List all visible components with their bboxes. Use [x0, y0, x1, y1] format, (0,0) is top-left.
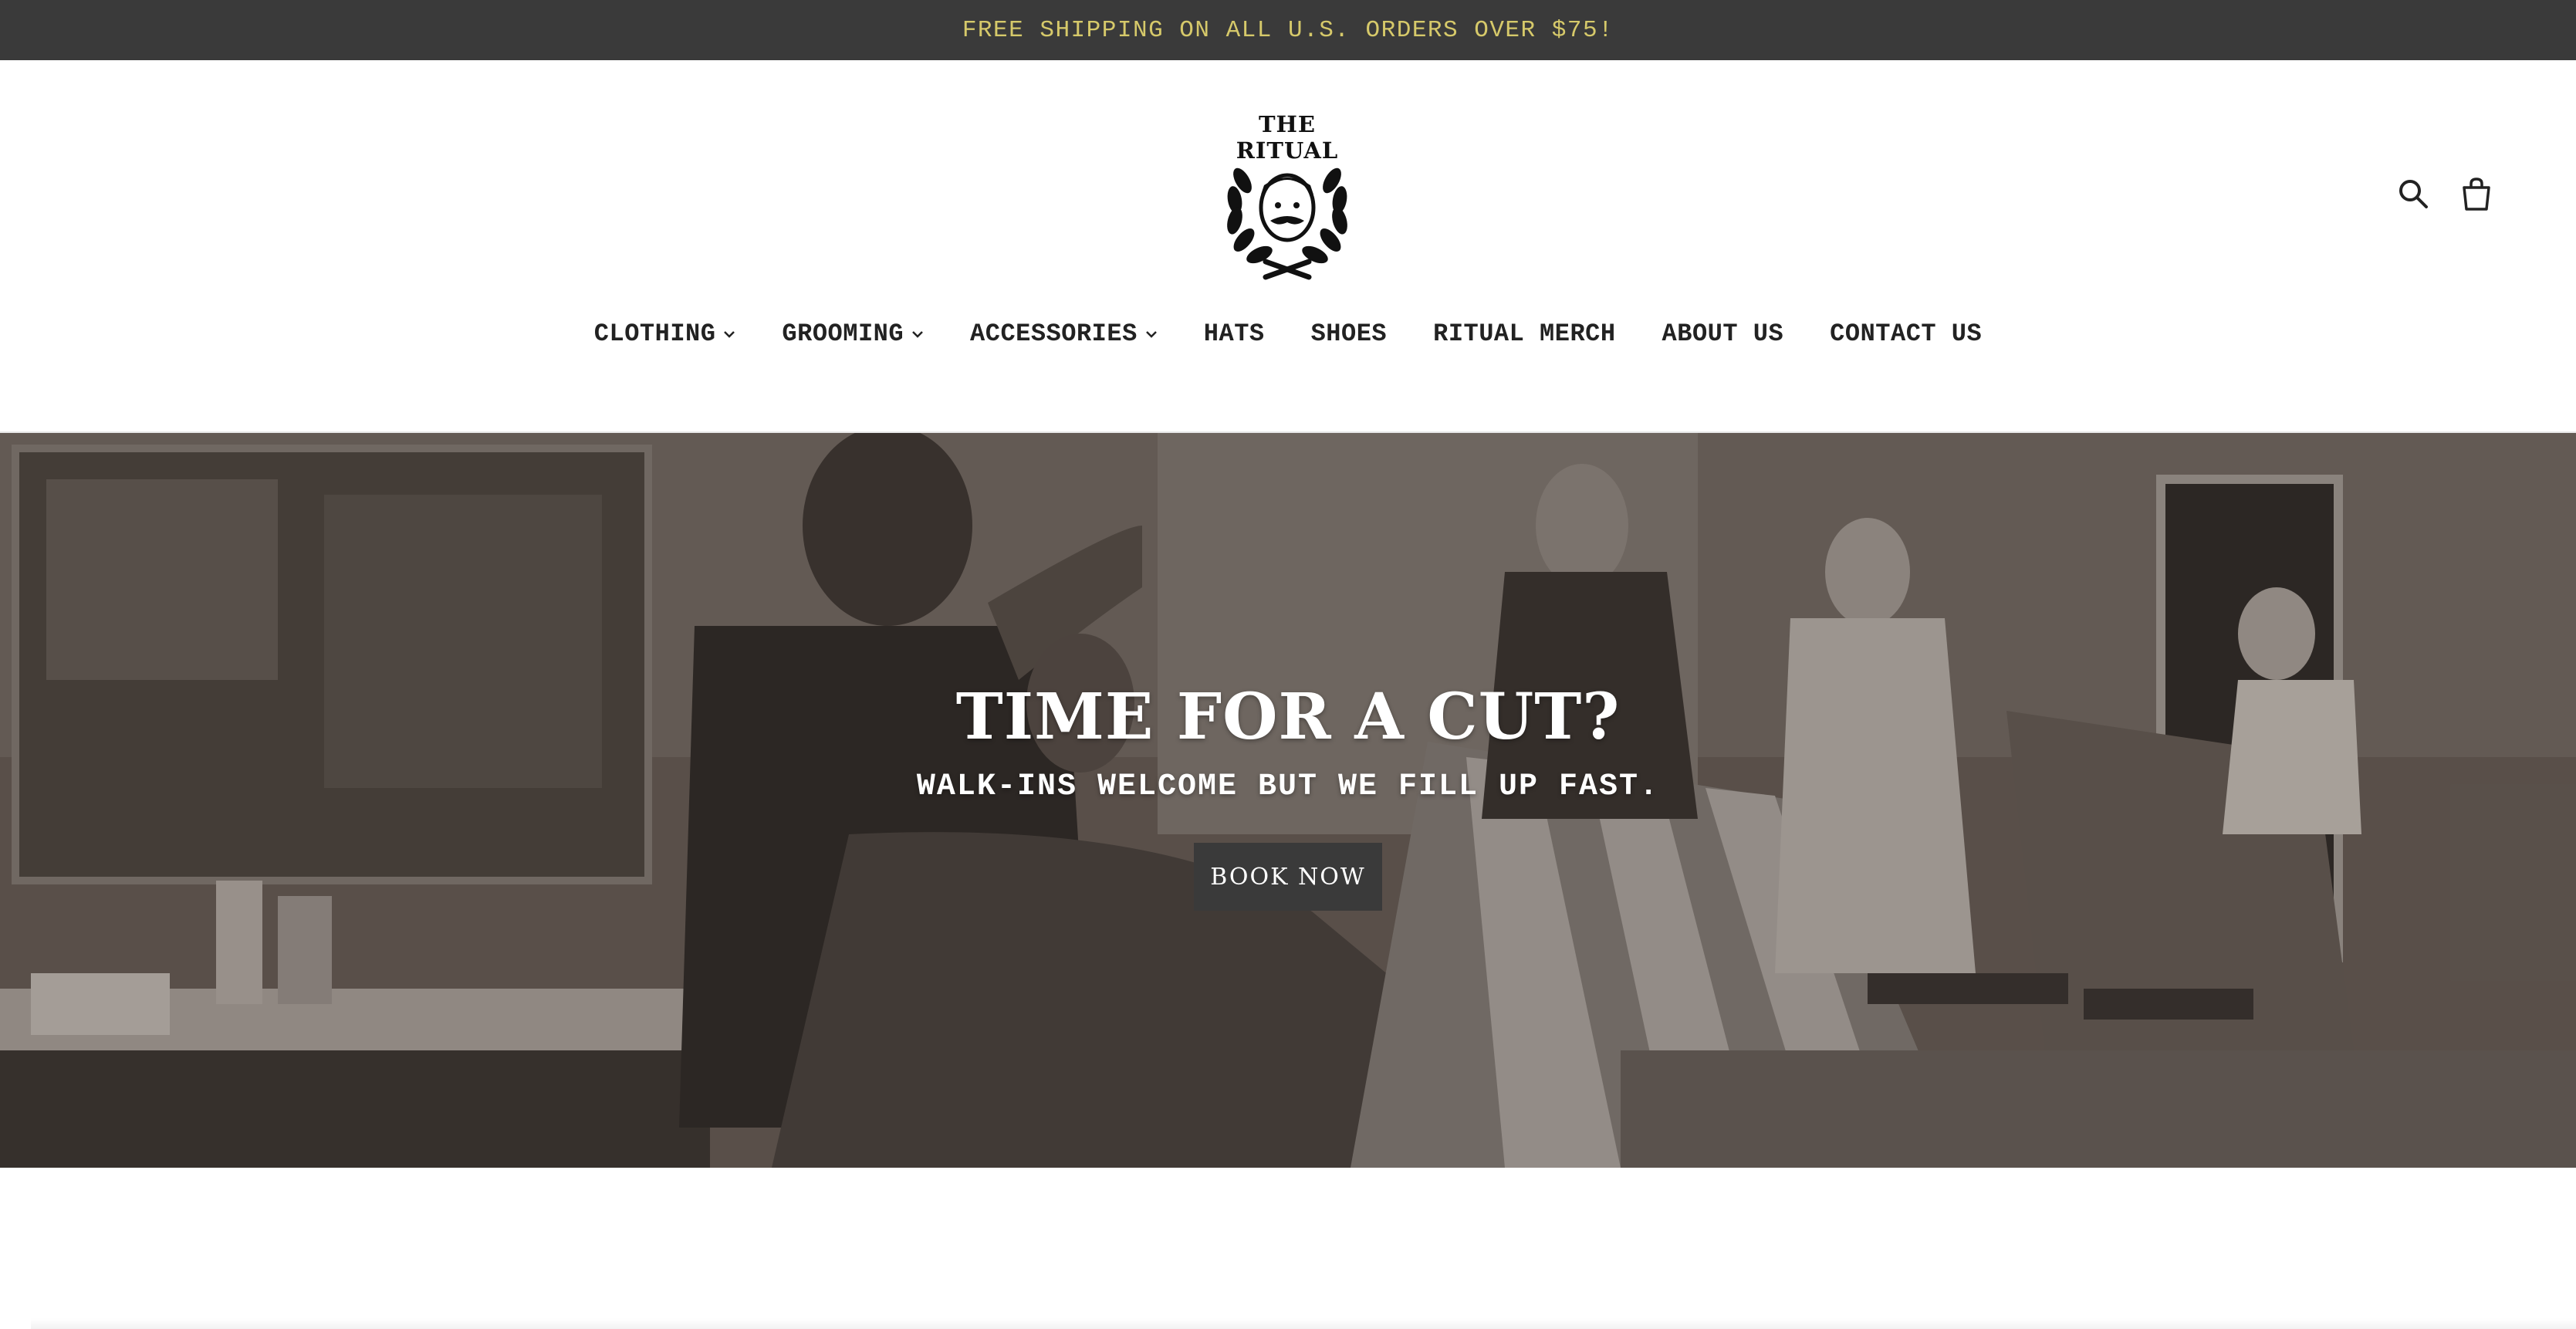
nav-item-label: SHOES	[1310, 320, 1388, 348]
nav-item-accessories[interactable]: ACCESSORIES	[947, 320, 1181, 348]
nav-item-label: ACCESSORIES	[970, 320, 1138, 348]
site-header: THE RITUAL CLOTHING GROOMING ACCESSORIES…	[0, 60, 2576, 433]
cart-button[interactable]	[2459, 176, 2494, 211]
announcement-bar: FREE SHIPPING ON ALL U.S. ORDERS OVER $7…	[0, 0, 2576, 60]
nav-item-grooming[interactable]: GROOMING	[759, 320, 947, 348]
hero-banner: TIME FOR A CUT? WALK-INS WELCOME BUT WE …	[0, 433, 2576, 1168]
hero-title: TIME FOR A CUT?	[955, 680, 1621, 754]
chevron-down-icon	[1145, 330, 1158, 338]
logo-link[interactable]: THE RITUAL	[1212, 111, 1363, 281]
barber-laurel-logo-icon	[1227, 167, 1347, 280]
nav-item-label: HATS	[1203, 320, 1265, 348]
book-now-button[interactable]: BOOK NOW	[1194, 843, 1382, 911]
hero-content: TIME FOR A CUT? WALK-INS WELCOME BUT WE …	[0, 680, 2576, 911]
nav-item-label: ABOUT US	[1662, 320, 1784, 348]
nav-item-label: CLOTHING	[593, 320, 716, 348]
nav-item-hats[interactable]: HATS	[1181, 320, 1288, 348]
header-icons	[2395, 176, 2494, 211]
below-hero-area	[0, 1168, 2576, 1329]
nav-item-shoes[interactable]: SHOES	[1288, 320, 1411, 348]
chevron-down-icon	[911, 330, 924, 338]
nav-item-clothing[interactable]: CLOTHING	[571, 320, 759, 348]
cart-icon	[2463, 178, 2490, 211]
hero-subtitle: WALK-INS WELCOME BUT WE FILL UP FAST.	[916, 769, 1660, 804]
nav-item-label: RITUAL MERCH	[1433, 320, 1616, 348]
announcement-text: FREE SHIPPING ON ALL U.S. ORDERS OVER $7…	[962, 16, 1614, 44]
nav-item-contact-us[interactable]: CONTACT US	[1807, 320, 2005, 348]
main-nav: CLOTHING GROOMING ACCESSORIES HATS SHOES…	[0, 320, 2576, 348]
chevron-down-icon	[723, 330, 735, 338]
nav-item-about-us[interactable]: ABOUT US	[1639, 320, 1807, 348]
search-icon	[2399, 180, 2428, 208]
search-button[interactable]	[2395, 176, 2431, 211]
section-shadow	[31, 1318, 2576, 1329]
nav-item-ritual-merch[interactable]: RITUAL MERCH	[1410, 320, 1638, 348]
nav-item-label: GROOMING	[782, 320, 904, 348]
nav-item-label: CONTACT US	[1830, 320, 1983, 348]
